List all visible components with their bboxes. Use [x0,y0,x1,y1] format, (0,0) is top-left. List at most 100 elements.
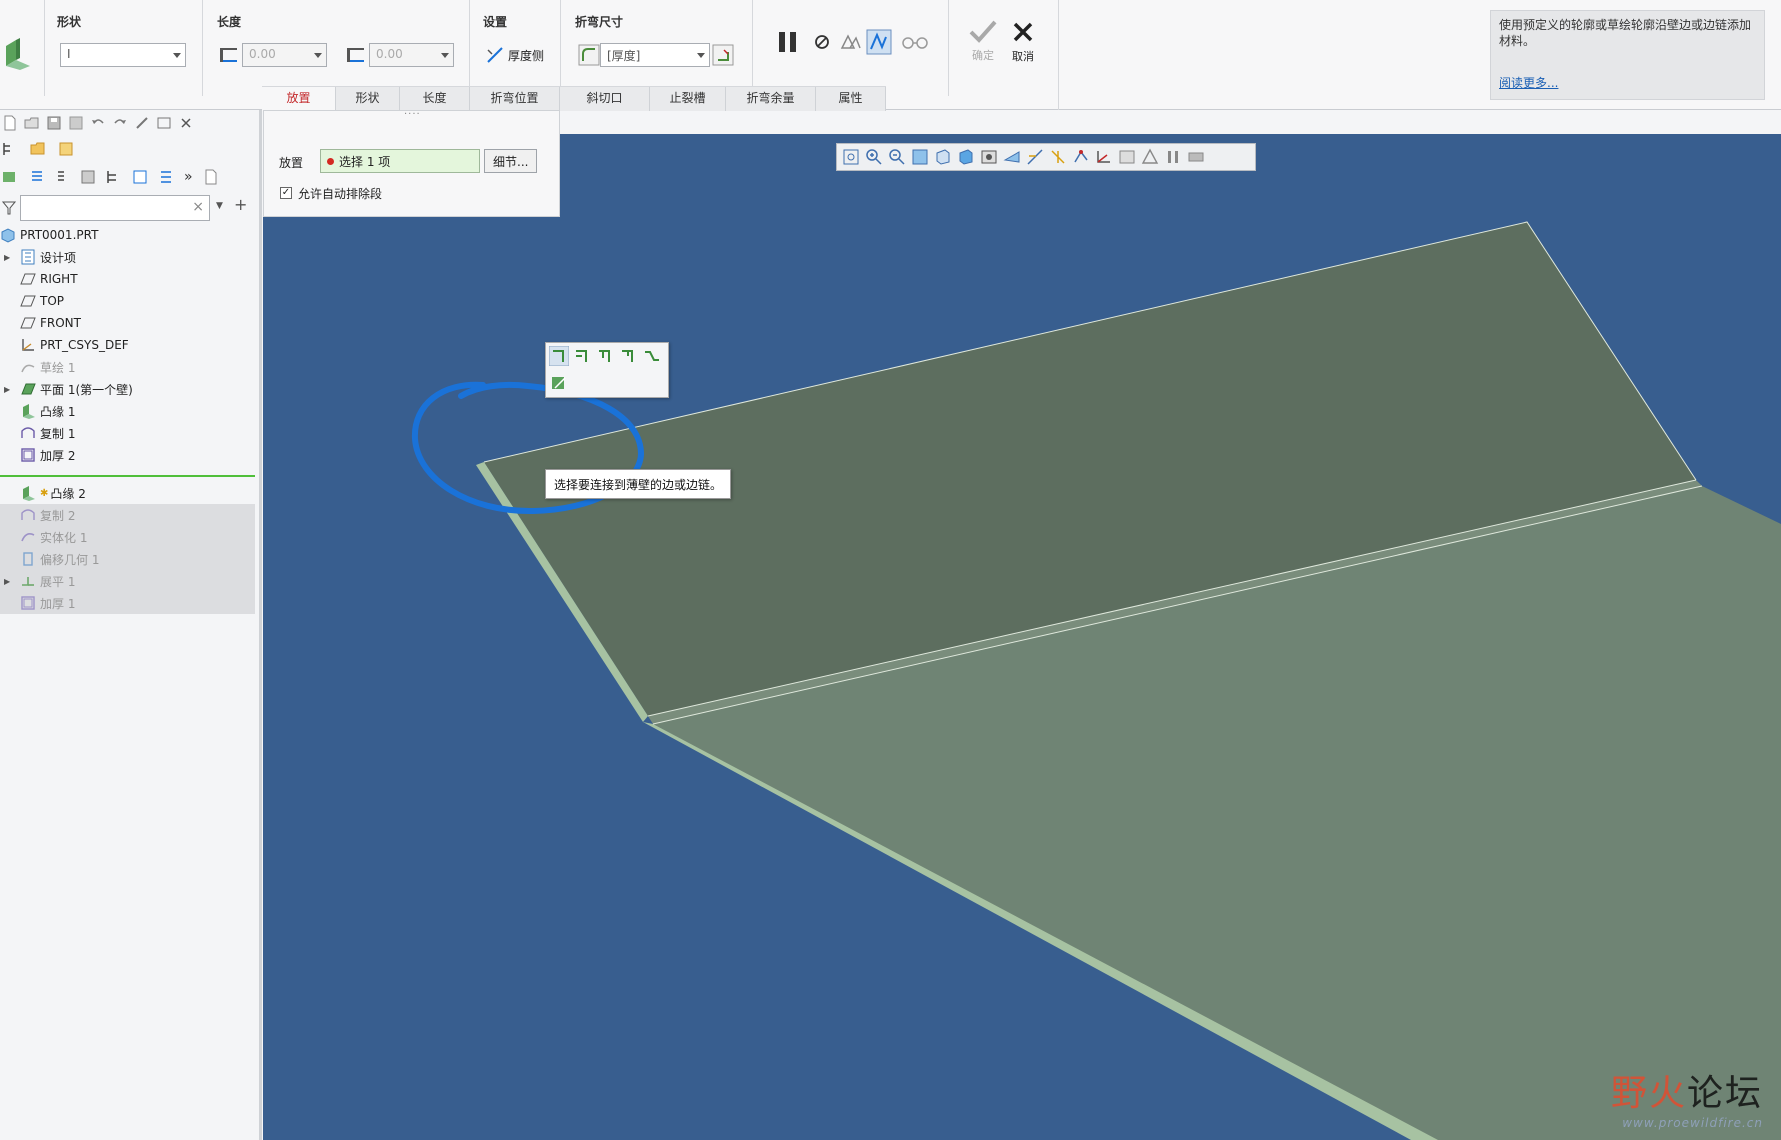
layer-tree-icon[interactable] [158,169,174,185]
clear-icon[interactable]: × [192,199,204,215]
more-icon[interactable]: » [184,169,193,185]
add-icon[interactable]: + [234,195,247,214]
attached-preview-icon[interactable] [840,32,862,52]
bend-flip-icon[interactable] [712,44,734,66]
bend-dim-dropdown[interactable]: [厚度] [600,43,710,67]
datum-plane-display-icon[interactable] [1026,148,1044,166]
pause-icon[interactable] [776,30,800,54]
model-tree-tab-icon[interactable] [2,141,18,157]
csys-display-icon[interactable] [1095,148,1113,166]
tree-item-copy-2[interactable]: 复制 2 [0,504,255,526]
tab-bend-allowance[interactable]: 折弯余量 [726,87,816,111]
flange-shape-i-icon[interactable] [549,346,569,366]
tree-item-thicken-2[interactable]: 加厚 2 [14,444,75,466]
tree-settings-icon[interactable] [2,169,18,185]
zoom-out-icon[interactable] [888,148,906,166]
tab-properties[interactable]: 属性 [816,87,886,111]
save-copy-icon[interactable] [68,115,84,131]
tab-placement[interactable]: 放置 [262,87,336,111]
read-more-link[interactable]: 阅读更多... [1499,75,1558,91]
tab-bend-position[interactable]: 折弯位置 [470,87,560,111]
folder-browser-tab-icon[interactable] [30,141,46,157]
tree-item-csys[interactable]: PRT_CSYS_DEF [14,334,129,356]
length-value-field-1[interactable]: 0.00 [242,43,327,67]
tree-item-planar-wall[interactable]: ▶ 平面 1(第一个壁) [0,378,133,400]
flange-shape-open-icon[interactable] [572,346,592,366]
undo-icon[interactable] [90,115,106,131]
cancel-button[interactable]: 取消 [1006,20,1040,64]
tree-item-top[interactable]: TOP [14,290,64,312]
graphics-viewport[interactable]: 选择要连接到薄壁的边或边链。 野火论坛 www.proewildfire.cn [263,134,1781,1140]
bend-radius-icon[interactable] [578,44,600,66]
sheet-metal-model[interactable] [263,134,1781,1140]
regenerate-icon[interactable] [134,115,150,131]
expand-icon[interactable]: ▶ [4,253,14,262]
refit-icon[interactable] [842,148,860,166]
length-type-icon[interactable] [218,44,240,66]
document-icon[interactable] [203,169,219,185]
placement-selection-collector[interactable]: 选择 1 项 [320,149,480,173]
redo-icon[interactable] [112,115,128,131]
tree-item-flange-2[interactable]: ✱ 凸缘 2 [14,482,86,504]
auto-exclude-checkbox[interactable]: ✓ [280,187,292,199]
filter-tree-icon[interactable] [106,169,122,185]
repaint-icon[interactable] [911,148,929,166]
shape-dropdown[interactable]: I [60,43,186,67]
sketch-profile-icon[interactable] [549,373,569,393]
tree-item-solidify[interactable]: 实体化 1 [0,526,255,548]
close-window-icon[interactable] [178,115,194,131]
tab-relief[interactable]: 止裂槽 [650,87,726,111]
datum-point-display-icon[interactable] [1072,148,1090,166]
details-button[interactable]: 细节... [484,149,538,173]
tree-item-thicken-1[interactable]: 加厚 1 [0,592,255,614]
pause-animation-icon[interactable] [1164,148,1182,166]
no-preview-icon[interactable] [814,34,830,50]
length-type-icon-2[interactable] [345,44,367,66]
spin-center-icon[interactable] [1141,148,1159,166]
display-style-icon[interactable] [934,148,952,166]
length-value-field-2[interactable]: 0.00 [369,43,454,67]
show-icon[interactable] [132,169,148,185]
tree-item-part[interactable]: PRT0001.PRT [0,224,98,246]
tree-item-flatten[interactable]: ▶ 展平 1 [0,570,255,592]
chevron-down-icon[interactable]: ▼ [216,201,223,211]
tree-search-input[interactable]: × [20,195,210,221]
datum-axis-display-icon[interactable] [1049,148,1067,166]
collapse-all-icon[interactable] [54,169,70,185]
favorites-tab-icon[interactable] [58,141,74,157]
new-icon[interactable] [2,115,18,131]
expand-icon[interactable]: ▶ [4,385,14,394]
tree-item-copy-1[interactable]: 复制 1 [14,422,75,444]
windows-icon[interactable] [156,115,172,131]
flange-shape-flush-icon[interactable] [595,346,615,366]
verify-preview-icon[interactable] [866,29,892,55]
annotation-display-icon[interactable] [1118,148,1136,166]
thickness-side-button[interactable]: 厚度侧 [486,46,544,64]
save-icon[interactable] [46,115,62,131]
view-manager-icon[interactable] [980,148,998,166]
expand-all-icon[interactable] [28,169,44,185]
open-icon[interactable] [24,115,40,131]
flange-shape-hem-icon[interactable] [618,346,638,366]
more-view-options-icon[interactable] [1187,148,1205,166]
ok-button[interactable]: 确定 [966,18,1000,63]
tab-shape[interactable]: 形状 [336,87,400,111]
flange-shape-s-icon[interactable] [642,346,662,366]
tree-item-flange-1[interactable]: 凸缘 1 [14,400,75,422]
tree-item-design-items[interactable]: ▶ 设计项 [0,246,76,268]
glasses-icon[interactable] [900,34,930,50]
tree-item-sketch[interactable]: 草绘 1 [14,356,75,378]
tab-miter-cut[interactable]: 斜切口 [560,87,650,111]
datum-plane-icon [20,295,36,307]
tree-item-right[interactable]: RIGHT [14,268,78,290]
saved-orientations-icon[interactable] [957,148,975,166]
panel-grip-icon[interactable]: ···· [404,109,421,120]
zoom-in-icon[interactable] [865,148,883,166]
perspective-icon[interactable] [1003,148,1021,166]
tree-item-offset-geometry[interactable]: 偏移几何 1 [0,548,255,570]
tab-length[interactable]: 长度 [400,87,470,111]
insert-indicator[interactable] [0,475,255,477]
columns-icon[interactable] [80,169,96,185]
tree-item-front[interactable]: FRONT [14,312,81,334]
expand-icon[interactable]: ▶ [4,577,14,586]
